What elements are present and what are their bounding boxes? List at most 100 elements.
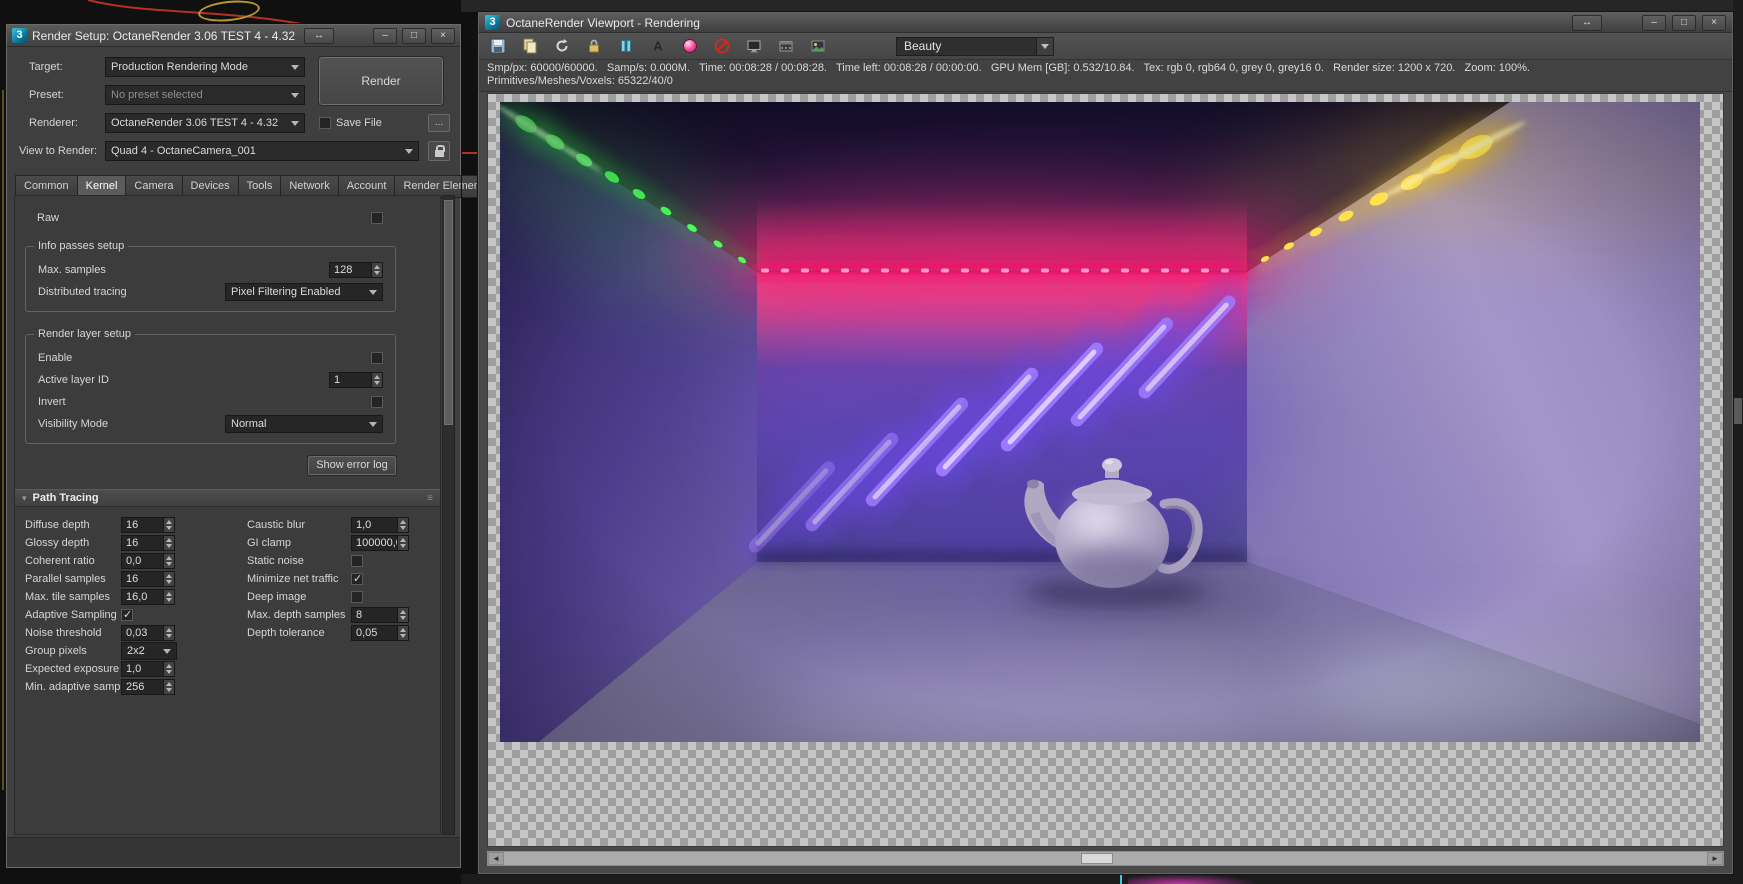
maximize-button[interactable]: □ bbox=[1672, 14, 1696, 31]
renderer-dropdown[interactable]: OctaneRender 3.06 TEST 4 - 4.32 bbox=[105, 113, 305, 133]
letter-a-icon[interactable]: A bbox=[648, 36, 668, 56]
param-row: Noise threshold 0,03 bbox=[25, 624, 201, 642]
param-checkbox[interactable] bbox=[351, 591, 363, 603]
lock-icon[interactable] bbox=[584, 36, 604, 56]
spinner-value: 0,05 bbox=[356, 627, 378, 639]
spinner-arrows[interactable] bbox=[397, 536, 408, 550]
spinner-arrows[interactable] bbox=[163, 590, 174, 604]
param-label: Expected exposure bbox=[25, 663, 120, 675]
setting-label: Enable bbox=[38, 352, 73, 364]
param-spinner[interactable]: 16 bbox=[121, 571, 175, 587]
monitor-icon[interactable] bbox=[744, 36, 764, 56]
dock-toggle-button[interactable]: ↔ bbox=[304, 27, 334, 44]
render-layer-title: Render layer setup bbox=[34, 328, 135, 340]
value-spinner[interactable]: 1 bbox=[329, 372, 383, 388]
param-checkbox[interactable] bbox=[121, 608, 133, 621]
value-dropdown[interactable]: Pixel Filtering Enabled bbox=[225, 283, 383, 301]
param-spinner[interactable]: 1,0 bbox=[121, 661, 175, 677]
maximize-button[interactable]: □ bbox=[402, 27, 426, 44]
chevron-down-icon bbox=[1036, 37, 1053, 55]
copy-icon[interactable] bbox=[520, 36, 540, 56]
view-to-render-dropdown[interactable]: Quad 4 - OctaneCamera_001 bbox=[105, 141, 419, 161]
horizontal-scrollbar[interactable]: ◄ ► bbox=[487, 851, 1724, 866]
spinner-arrows[interactable] bbox=[163, 536, 174, 550]
stop-render-icon[interactable] bbox=[712, 36, 732, 56]
save-file-checkbox[interactable] bbox=[319, 117, 331, 129]
spinner-arrows[interactable] bbox=[397, 626, 408, 640]
restart-render-icon[interactable] bbox=[552, 36, 572, 56]
spinner-arrows[interactable] bbox=[371, 373, 382, 387]
spinner-arrows[interactable] bbox=[371, 263, 382, 277]
scroll-left-button[interactable]: ◄ bbox=[488, 852, 504, 865]
panel-scrollbar-thumb[interactable] bbox=[444, 200, 453, 425]
render-setup-footer bbox=[7, 837, 460, 867]
preset-dropdown[interactable]: No preset selected bbox=[105, 85, 305, 105]
param-checkbox[interactable] bbox=[351, 555, 363, 567]
close-button[interactable]: × bbox=[431, 27, 455, 44]
film-icon[interactable] bbox=[776, 36, 796, 56]
param-spinner[interactable]: 0,03 bbox=[121, 625, 175, 641]
render-setup-titlebar[interactable]: 3 Render Setup: OctaneRender 3.06 TEST 4… bbox=[7, 25, 460, 47]
close-button[interactable]: × bbox=[1702, 14, 1726, 31]
render-button[interactable]: Render bbox=[318, 56, 444, 106]
param-spinner[interactable]: 16 bbox=[121, 517, 175, 533]
param-spinner[interactable]: 16 bbox=[121, 535, 175, 551]
target-dropdown[interactable]: Production Rendering Mode bbox=[105, 57, 305, 77]
setting-label: Max. samples bbox=[38, 264, 106, 276]
param-spinner[interactable]: 16,0 bbox=[121, 589, 175, 605]
param-row: Deep image bbox=[247, 588, 429, 606]
spinner-arrows[interactable] bbox=[163, 662, 174, 676]
save-icon[interactable] bbox=[488, 36, 508, 56]
param-spinner[interactable]: 0,0 bbox=[121, 553, 175, 569]
param-dropdown[interactable]: 2x2 bbox=[121, 642, 177, 660]
info-passes-title: Info passes setup bbox=[34, 240, 129, 252]
picture-icon[interactable] bbox=[808, 36, 828, 56]
dock-toggle-button[interactable]: ↔ bbox=[1572, 14, 1602, 31]
minimize-button[interactable]: – bbox=[373, 27, 397, 44]
param-label: Min. adaptive sample bbox=[25, 681, 129, 693]
background-scrollbar-thumb[interactable] bbox=[1734, 398, 1742, 424]
render-pass-dropdown[interactable]: Beauty bbox=[896, 36, 1054, 56]
path-tracing-rollout-header[interactable]: ▾ Path Tracing ≡ bbox=[15, 489, 440, 507]
spinner-arrows[interactable] bbox=[163, 554, 174, 568]
lock-view-button[interactable] bbox=[428, 141, 450, 161]
value-dropdown[interactable]: Normal bbox=[225, 415, 383, 433]
spinner-arrows[interactable] bbox=[397, 608, 408, 622]
show-error-log-button[interactable]: Show error log bbox=[307, 455, 397, 476]
minimize-button[interactable]: – bbox=[1642, 14, 1666, 31]
value-checkbox[interactable] bbox=[371, 352, 383, 364]
param-spinner[interactable]: 8 bbox=[351, 607, 409, 623]
value-checkbox[interactable] bbox=[371, 396, 383, 408]
raw-checkbox[interactable] bbox=[371, 212, 383, 224]
spinner-arrows[interactable] bbox=[163, 680, 174, 694]
spinner-arrows[interactable] bbox=[163, 626, 174, 640]
panel-scrollbar[interactable] bbox=[442, 195, 455, 835]
param-spinner[interactable]: 256 bbox=[121, 679, 175, 695]
background-bottom-strip bbox=[461, 874, 1743, 884]
value-spinner[interactable]: 128 bbox=[329, 262, 383, 278]
color-picker-icon[interactable] bbox=[680, 36, 700, 56]
renderer-value: OctaneRender 3.06 TEST 4 - 4.32 bbox=[111, 117, 279, 129]
stats-line-1: Smp/px: 60000/60000. Samp/s: 0.000M. Tim… bbox=[487, 62, 1530, 74]
setting-row: Active layer ID 1 bbox=[38, 369, 383, 391]
scrollbar-thumb[interactable] bbox=[1081, 853, 1114, 864]
spinner-value: 1 bbox=[334, 374, 341, 386]
param-spinner[interactable]: 1,0 bbox=[351, 517, 409, 533]
spinner-arrows[interactable] bbox=[163, 518, 174, 532]
param-label: Group pixels bbox=[25, 645, 87, 657]
param-checkbox[interactable] bbox=[351, 572, 363, 585]
background-magenta-glow bbox=[1128, 874, 1258, 884]
viewport-titlebar[interactable]: 3 OctaneRender Viewport - Rendering ↔ – … bbox=[479, 13, 1732, 33]
spinner-arrows[interactable] bbox=[397, 518, 408, 532]
render-viewport-area[interactable] bbox=[487, 93, 1724, 847]
scroll-right-button[interactable]: ► bbox=[1707, 852, 1723, 865]
pause-icon[interactable] bbox=[616, 36, 636, 56]
scrollbar-track[interactable] bbox=[504, 852, 1707, 865]
renderer-row: Renderer: OctaneRender 3.06 TEST 4 - 4.3… bbox=[17, 113, 450, 133]
param-label: Parallel samples bbox=[25, 573, 106, 585]
browse-button[interactable]: ... bbox=[428, 114, 450, 132]
param-spinner[interactable]: 0,05 bbox=[351, 625, 409, 641]
param-label: GI clamp bbox=[247, 537, 292, 549]
param-spinner[interactable]: 100000,0 bbox=[351, 535, 409, 551]
spinner-arrows[interactable] bbox=[163, 572, 174, 586]
